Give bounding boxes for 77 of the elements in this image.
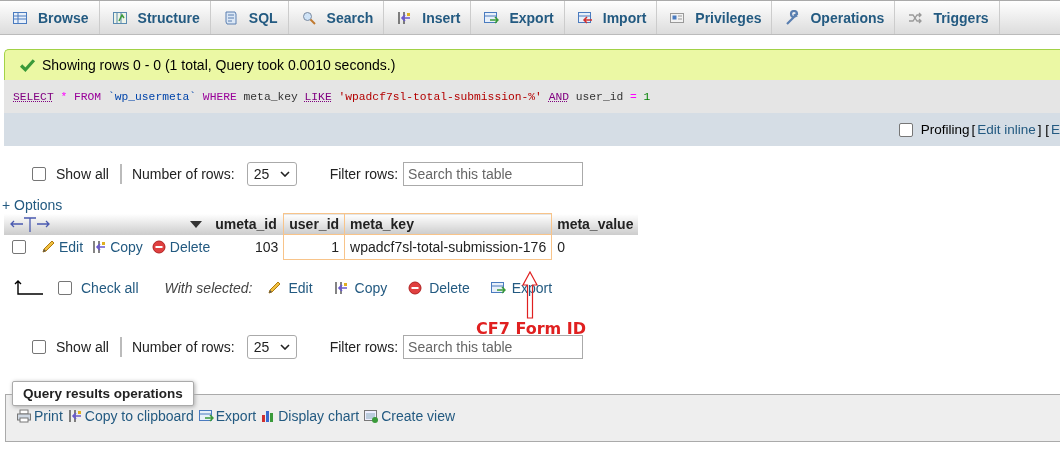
filter-field[interactable]: Search this table	[403, 162, 584, 186]
message-text: Showing rows 0 - 0 (1 total, Query took 0.0010 seconds.)	[42, 57, 396, 73]
column-header[interactable]: meta_value	[551, 213, 639, 235]
show-all-label: Show all	[56, 339, 109, 355]
sql-query: SELECT * FROM `wp_usermeta` WHERE meta_key LIKE 'wpadcf7sl-total-submission-%' AND user_id = 1	[13, 90, 651, 103]
pencil-icon	[40, 239, 56, 255]
filter-label: Filter rows:	[329, 166, 399, 182]
tab[interactable]: Import	[564, 1, 658, 34]
copy-icon	[332, 280, 349, 296]
filter-label: Filter rows:	[329, 339, 399, 355]
column-header[interactable]: meta_key	[344, 213, 552, 235]
operation-link[interactable]: Export	[197, 407, 257, 425]
tab[interactable]: Operations	[772, 1, 896, 34]
with-selected-label: With selected:	[164, 280, 253, 296]
options-link[interactable]: + Options	[2, 197, 1060, 213]
tab[interactable]: Insert	[384, 1, 472, 34]
operation-link[interactable]: Copy to clipboard	[66, 407, 194, 425]
copy-icon	[91, 239, 108, 255]
show-all-checkbox[interactable]	[32, 167, 46, 181]
resize-arrows-icon[interactable]	[10, 215, 50, 232]
bulk-action-link[interactable]: Edit	[266, 280, 313, 296]
table-icon	[12, 9, 28, 26]
copy-icon	[66, 408, 83, 424]
window-icon	[363, 408, 380, 424]
table-cell: wpadcf7sl-total-submission-176	[344, 234, 552, 260]
dropdown-arrow-icon[interactable]	[190, 220, 203, 229]
delete-icon	[150, 239, 167, 255]
tab[interactable]: Triggers	[895, 1, 1000, 34]
profiling-checkbox[interactable]	[898, 122, 913, 137]
tab[interactable]: Structure	[99, 1, 211, 34]
rows-dropdown[interactable]: 25	[246, 335, 297, 359]
table-icon	[111, 9, 128, 26]
column-header[interactable]: user_id	[283, 213, 345, 235]
delete-icon	[407, 280, 424, 296]
row-action-link[interactable]: Delete	[150, 239, 211, 255]
rows-label: Number of rows:	[131, 166, 235, 182]
filter-field[interactable]: Search this table	[403, 335, 584, 359]
row-checkbox[interactable]	[12, 240, 26, 254]
section-legend: Query results operations	[12, 381, 194, 406]
operation-link[interactable]: Create view	[363, 407, 456, 425]
pencil-icon	[266, 280, 283, 296]
tab[interactable]: Export	[471, 1, 565, 34]
operation-link[interactable]: Display chart	[260, 407, 360, 425]
link[interactable]: Edit inline	[977, 122, 1036, 137]
bulk-action-link[interactable]: Delete	[407, 280, 470, 296]
bulk-action-link[interactable]: Copy	[332, 280, 388, 296]
tab[interactable]: SQL	[210, 1, 289, 34]
table-cell: 0	[551, 234, 639, 260]
operation-link[interactable]: Print	[16, 407, 63, 425]
row-action-link[interactable]: Copy	[91, 239, 143, 255]
show-all-checkbox[interactable]	[32, 340, 46, 354]
bracket: [	[971, 122, 976, 137]
insert-icon	[396, 9, 413, 26]
checkmark-icon	[19, 56, 36, 74]
show-all-label: Show all	[56, 166, 109, 182]
rows-dropdown[interactable]: 25	[246, 162, 297, 186]
wrench-icon	[784, 9, 801, 26]
link[interactable]: E	[1051, 122, 1060, 137]
bracket: ] [	[1037, 122, 1049, 137]
row-action-link[interactable]: Edit	[40, 239, 84, 255]
check-all-checkbox[interactable]	[58, 281, 72, 295]
search-icon	[300, 9, 317, 26]
corner-arrow-icon	[14, 280, 44, 296]
tab[interactable]: Search	[288, 1, 385, 34]
profiling-label: Profiling	[920, 122, 970, 137]
tab[interactable]: Browse	[0, 1, 100, 34]
table-cell: 1	[283, 234, 345, 260]
caret-icon	[279, 171, 290, 177]
check-all-link[interactable]: Check all	[81, 280, 139, 296]
tab[interactable]: Privileges	[657, 1, 773, 34]
table-cell: 103	[210, 234, 284, 260]
caret-icon	[279, 344, 290, 350]
column-header[interactable]: umeta_id	[210, 213, 284, 235]
annotation-label: CF7 Form ID	[476, 319, 586, 338]
document-icon	[222, 9, 239, 26]
printer-icon	[16, 408, 32, 424]
rows-label: Number of rows:	[131, 339, 235, 355]
